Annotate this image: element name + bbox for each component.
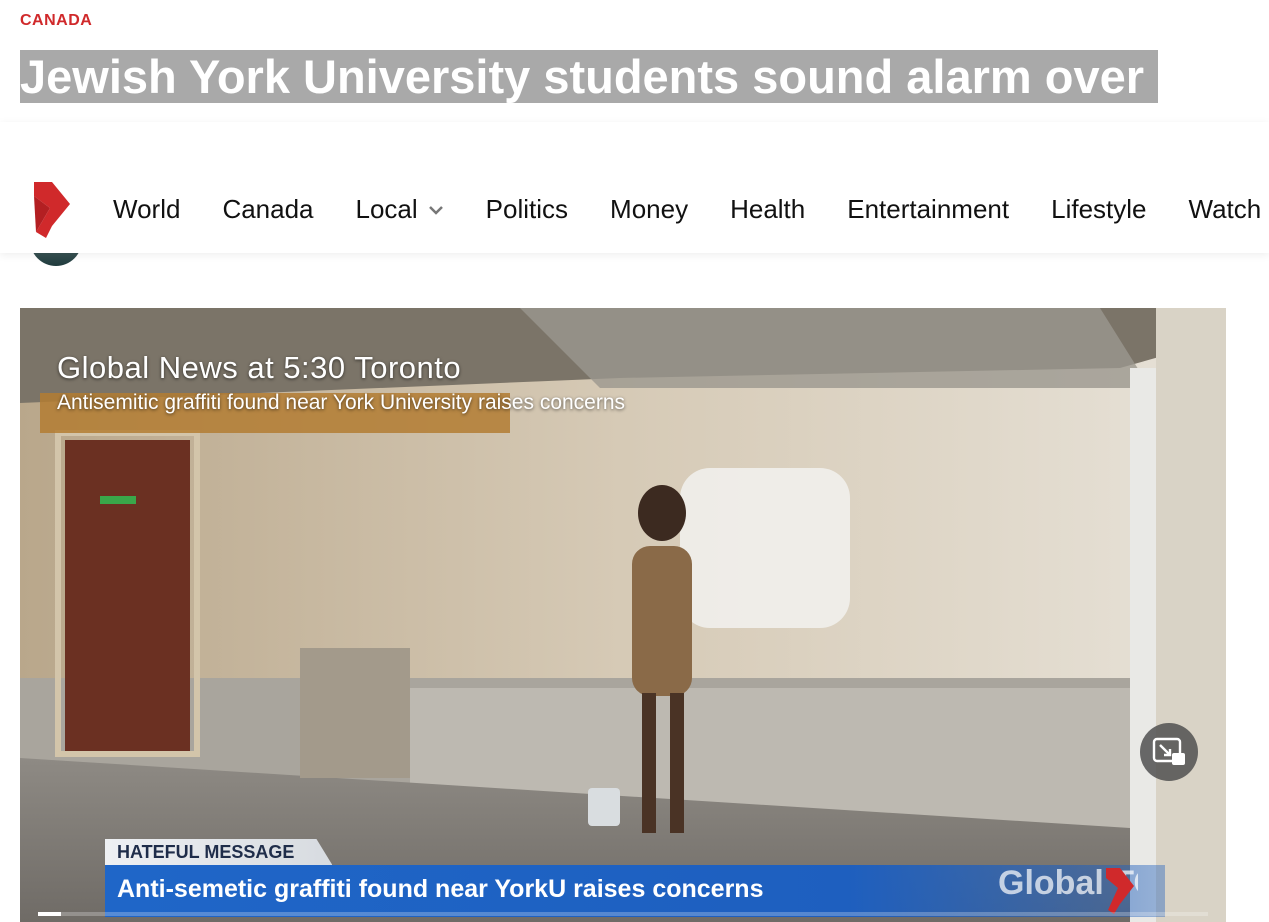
- global-news-logo[interactable]: [30, 182, 70, 238]
- video-subtitle: Antisemitic graffiti found near York Uni…: [57, 391, 626, 414]
- nav-item-label: Watch: [1188, 194, 1262, 224]
- article-category[interactable]: CANADA: [20, 12, 92, 30]
- picture-in-picture-button[interactable]: [1140, 723, 1198, 781]
- video-progress-track[interactable]: [38, 912, 1208, 916]
- page: CANADA Jewish York University students s…: [0, 0, 1269, 922]
- nav-item-politics[interactable]: Politics: [486, 194, 568, 225]
- nav-item-label: Canada: [222, 194, 314, 224]
- nav-items: World Canada Local Politics Money Health Enter…: [113, 194, 1269, 225]
- nav-item-label: World: [113, 194, 181, 224]
- lower-third-label: HATEFUL MESSAGE: [105, 839, 333, 865]
- nav-item-entertainment[interactable]: Entertainment: [847, 194, 1009, 225]
- article-headline: Jewish York University students sound al…: [20, 50, 1159, 123]
- headline-container: Jewish York University students sound al…: [20, 39, 1219, 123]
- chevron-down-icon[interactable]: [428, 205, 444, 215]
- nav-item-label: Local: [355, 194, 418, 224]
- nav-item-local[interactable]: Local: [356, 194, 444, 225]
- nav-item-money[interactable]: Money: [610, 194, 688, 225]
- nav-item-canada[interactable]: Canada: [222, 194, 313, 225]
- main-navigation: World Canada Local Politics Money Health Enter…: [0, 122, 1269, 253]
- nav-item-health[interactable]: Health: [730, 194, 805, 225]
- nav-item-label: Politics: [485, 194, 569, 224]
- lower-third-headline: Anti-semetic graffiti found near YorkU r…: [117, 875, 764, 903]
- global-watermark: Global TORONTO: [998, 864, 1138, 914]
- nav-item-watch[interactable]: Watch: [1189, 194, 1262, 225]
- nav-item-world[interactable]: World: [113, 194, 180, 225]
- nav-item-label: Money: [610, 194, 689, 224]
- nav-item-label: Health: [730, 194, 806, 224]
- video-progress-fill: [38, 912, 62, 916]
- nav-item-lifestyle[interactable]: Lifestyle: [1051, 194, 1146, 225]
- nav-item-label: Entertainment: [847, 194, 1010, 224]
- video-title: Global News at 5:30 Toronto: [57, 350, 462, 385]
- nav-item-label: Lifestyle: [1051, 194, 1147, 224]
- video-player[interactable]: Global News at 5:30 Toronto Antisemitic …: [20, 308, 1226, 922]
- picture-in-picture-icon: [1152, 737, 1185, 765]
